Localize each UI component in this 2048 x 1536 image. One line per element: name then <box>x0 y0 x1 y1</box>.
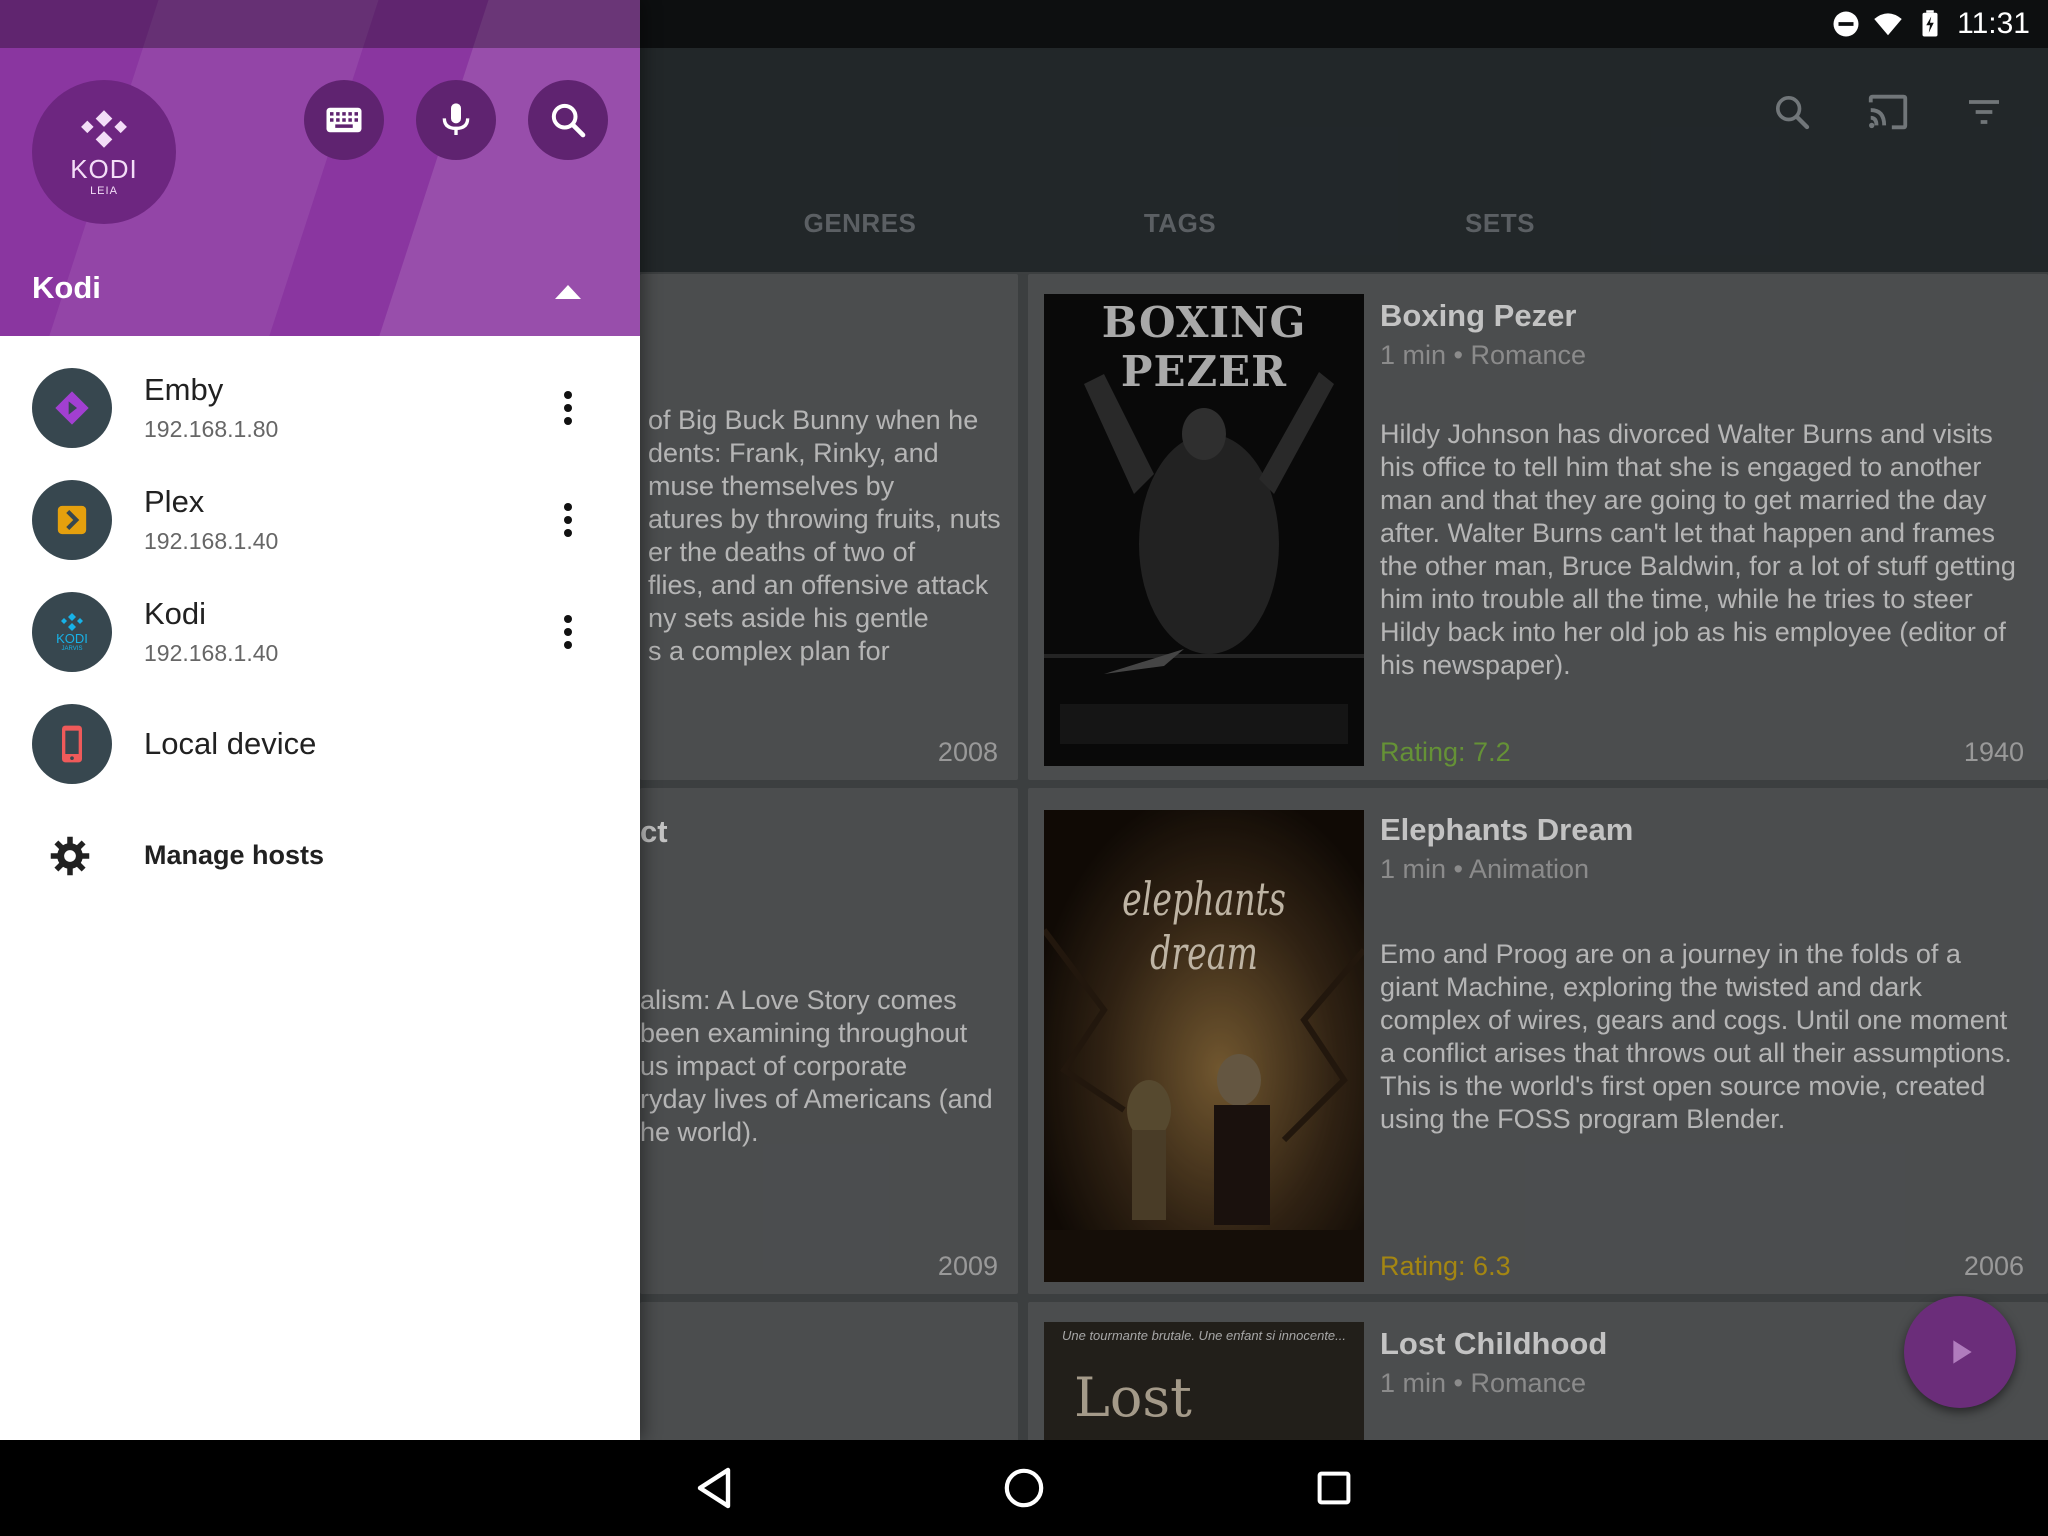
host-item-local-device[interactable]: Local device <box>0 688 640 800</box>
plex-avatar <box>32 480 112 560</box>
kodi-avatar-subtext: JARVIS <box>61 645 83 652</box>
kodi-avatar: KODI JARVIS <box>32 592 112 672</box>
logo-subtext: LEIA <box>90 184 118 197</box>
host-name: Local device <box>144 726 317 761</box>
navigation-drawer: KODI LEIA Kodi Emby 192.168.1.80 Plex 19… <box>0 0 640 1440</box>
wifi-icon <box>1874 13 1902 36</box>
back-button[interactable] <box>684 1458 744 1518</box>
kodi-icon <box>61 612 83 631</box>
host-list-toggle[interactable] <box>548 272 588 312</box>
host-name: Kodi <box>144 596 207 631</box>
current-host-name[interactable]: Kodi <box>32 270 101 306</box>
recents-button[interactable] <box>1304 1458 1364 1518</box>
plex-icon <box>57 505 87 535</box>
logo-text: KODI <box>70 153 138 184</box>
more-vert-icon <box>564 391 572 425</box>
home-button[interactable] <box>994 1458 1054 1518</box>
voice-button[interactable] <box>416 80 496 160</box>
gear-icon <box>50 836 90 876</box>
back-icon <box>697 1467 731 1509</box>
system-navigation-bar <box>0 1440 2048 1536</box>
host-address: 192.168.1.80 <box>144 416 279 442</box>
recents-icon <box>1317 1471 1351 1505</box>
host-options-button[interactable] <box>544 608 592 656</box>
keyboard-button[interactable] <box>304 80 384 160</box>
host-options-button[interactable] <box>544 496 592 544</box>
manage-hosts-item[interactable]: Manage hosts <box>0 800 640 912</box>
host-item-emby[interactable]: Emby 192.168.1.80 <box>0 352 640 464</box>
phone-icon <box>62 725 82 763</box>
kodi-logo[interactable]: KODI LEIA <box>32 80 176 224</box>
home-icon <box>1004 1468 1044 1508</box>
emby-avatar <box>32 368 112 448</box>
host-name: Plex <box>144 484 205 519</box>
search-icon <box>551 103 586 138</box>
drawer-header: KODI LEIA Kodi <box>0 0 640 336</box>
status-time: 11:31 <box>1957 7 2030 40</box>
emby-icon <box>55 391 89 425</box>
host-item-kodi[interactable]: KODI JARVIS Kodi 192.168.1.40 <box>0 576 640 688</box>
play-fab[interactable] <box>1904 1296 2016 1408</box>
do-not-disturb-icon <box>1833 11 1859 37</box>
local-device-avatar <box>32 704 112 784</box>
host-address: 192.168.1.40 <box>144 528 279 554</box>
manage-hosts-label: Manage hosts <box>144 840 325 870</box>
arrow-up-icon <box>555 285 581 299</box>
play-icon <box>1953 1340 1972 1364</box>
keyboard-icon <box>326 107 362 133</box>
microphone-icon <box>442 103 470 135</box>
host-name: Emby <box>144 372 224 407</box>
more-vert-icon <box>564 615 572 649</box>
more-vert-icon <box>564 503 572 537</box>
host-options-button[interactable] <box>544 384 592 432</box>
kodi-icon <box>81 109 127 148</box>
host-address: 192.168.1.40 <box>144 640 279 666</box>
kodi-avatar-text: KODI <box>56 630 88 646</box>
header-search-button[interactable] <box>528 80 608 160</box>
battery-icon <box>1922 10 1938 37</box>
host-item-plex[interactable]: Plex 192.168.1.40 <box>0 464 640 576</box>
